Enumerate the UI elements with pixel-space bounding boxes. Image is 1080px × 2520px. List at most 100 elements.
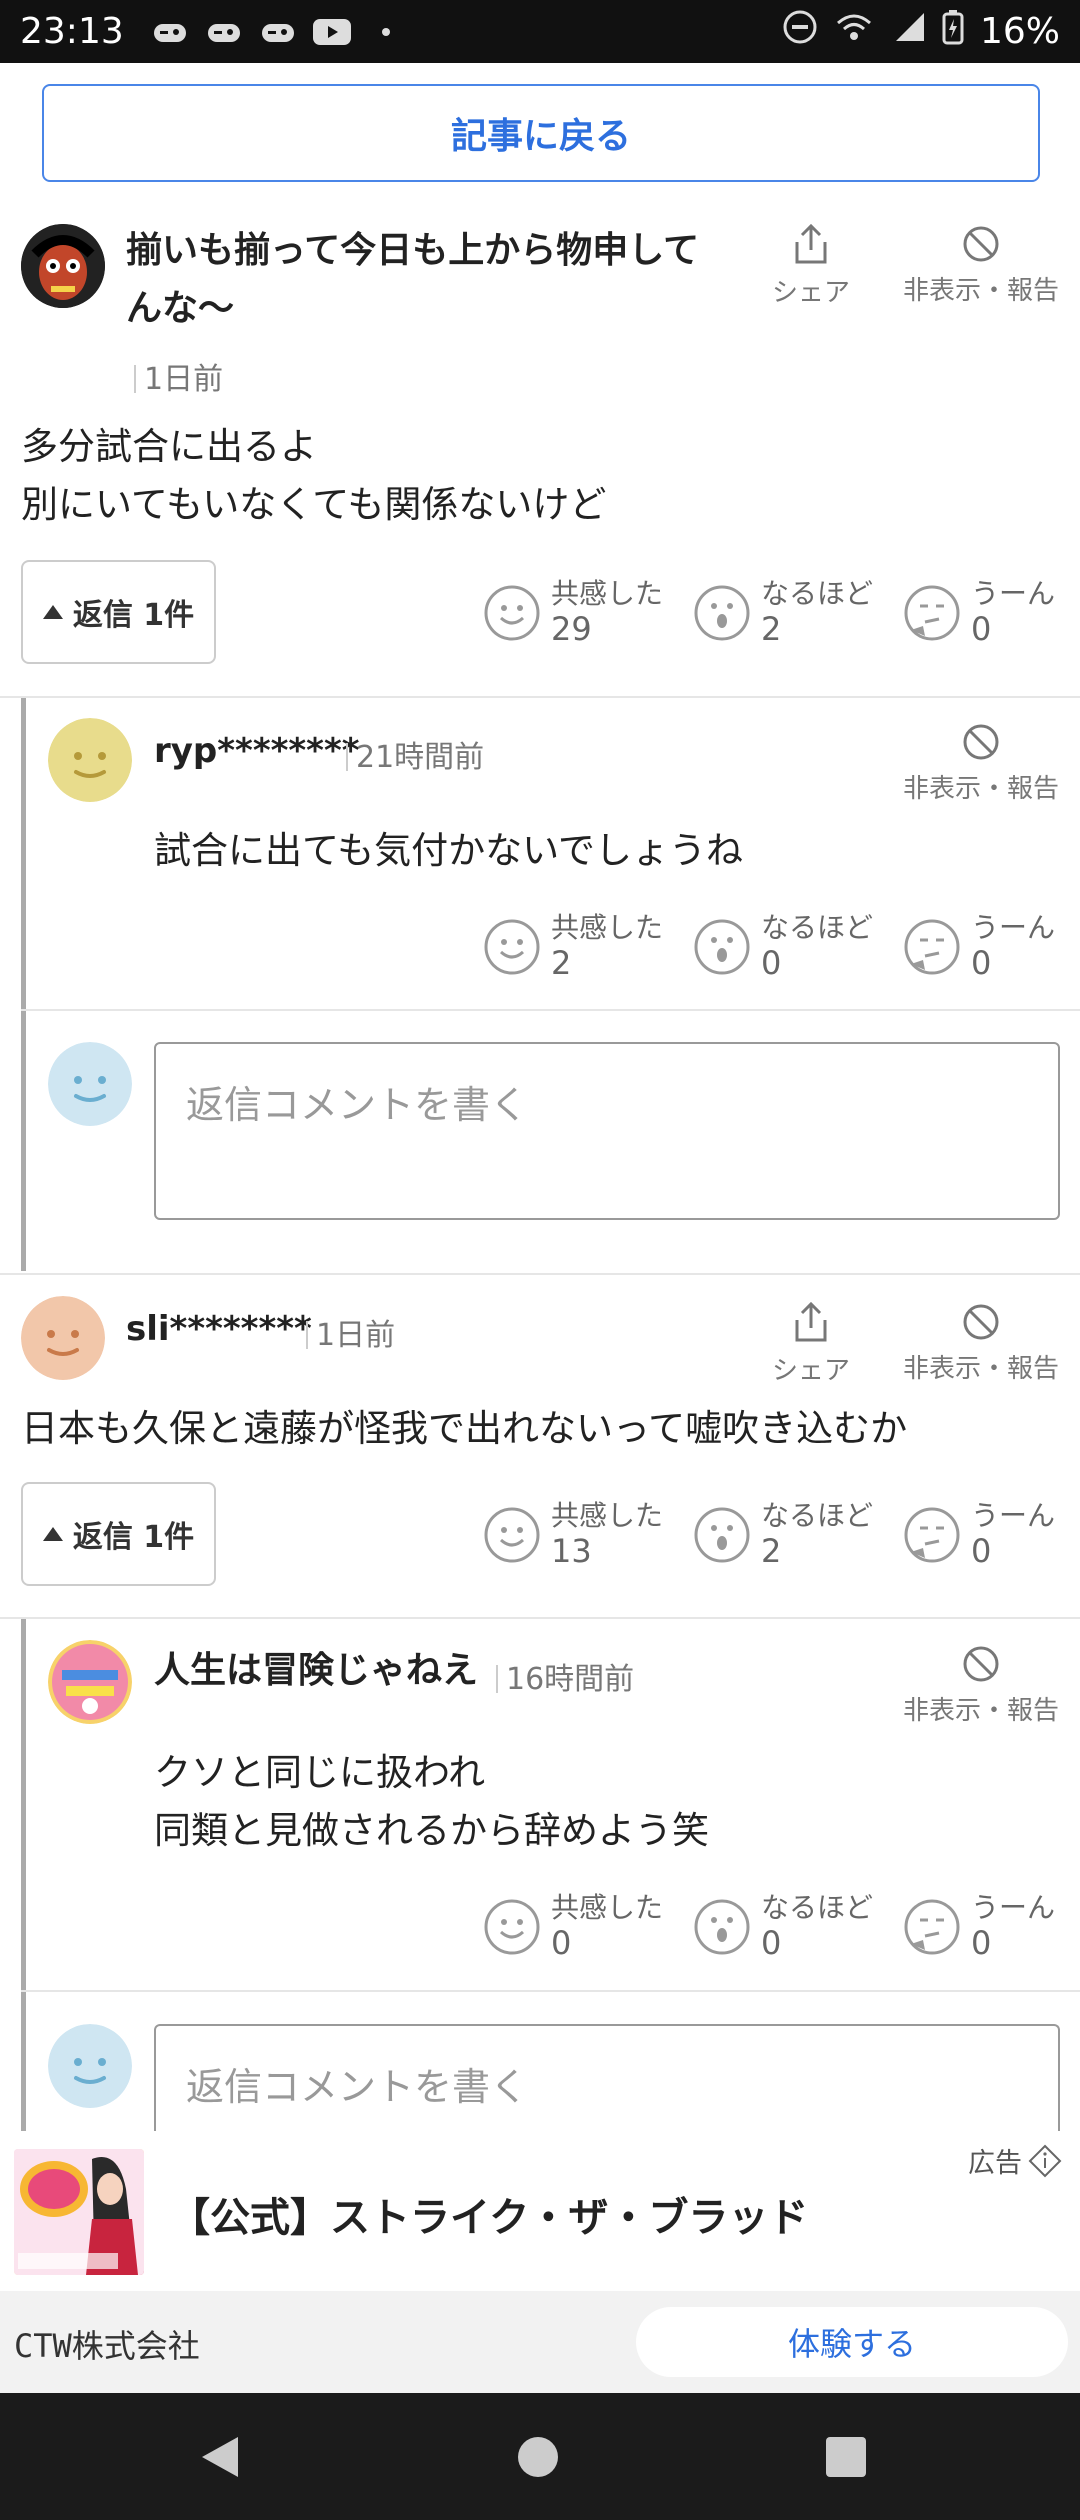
indeed-reaction[interactable]: なるほど 0: [693, 906, 893, 986]
block-icon: [963, 1304, 999, 1340]
indeed-reaction[interactable]: なるほど 0: [693, 1886, 893, 1966]
empathy-reaction[interactable]: 共感した 2: [483, 906, 683, 986]
ad-image[interactable]: [14, 2149, 144, 2275]
wifi-icon: [834, 9, 874, 54]
reply-comment-input[interactable]: 返信コメントを書く: [154, 2024, 1060, 2131]
signal-icon: [890, 11, 926, 52]
reaction-count: 0: [761, 944, 782, 982]
reply-comment-input[interactable]: 返信コメントを書く: [154, 1042, 1060, 1220]
battery-icon: [942, 9, 964, 54]
reaction-count: 0: [971, 944, 992, 982]
reaction-count: 0: [761, 1924, 782, 1962]
empathy-reaction[interactable]: 共感した 13: [483, 1494, 683, 1574]
info-icon: [1028, 2144, 1062, 2177]
triangle-up-icon: [42, 605, 63, 619]
reaction-count: 0: [551, 1924, 572, 1962]
avatar[interactable]: [21, 1296, 105, 1380]
game-controller-icon: [150, 12, 190, 52]
thinking-icon: [904, 585, 960, 641]
share-label: シェア: [771, 278, 850, 308]
reply-username[interactable]: 人生は冒険じゃねえ: [154, 1644, 478, 1698]
reply-thread-bar: [21, 1619, 26, 2131]
smile-icon: [484, 919, 540, 975]
reaction-count: 0: [971, 1532, 992, 1570]
reply-toggle-button[interactable]: 返信 1件: [21, 1482, 216, 1586]
thinking-icon: [904, 919, 960, 975]
smile-icon: [484, 1899, 540, 1955]
hide-report-label: 非表示・報告: [902, 1696, 1059, 1726]
divider: [0, 1273, 1080, 1275]
reaction-count: 29: [551, 610, 592, 648]
block-icon: [963, 1646, 999, 1682]
recents-nav-icon[interactable]: [826, 2437, 866, 2477]
comment-username[interactable]: sli********: [126, 1302, 312, 1356]
home-nav-icon[interactable]: [518, 2437, 558, 2477]
reaction-count: 0: [971, 610, 992, 648]
smile-icon: [484, 585, 540, 641]
smile-icon: [484, 1507, 540, 1563]
ad-label-text: 広告: [968, 2148, 1022, 2179]
hide-report-button[interactable]: 非表示・報告: [896, 224, 1066, 307]
dot-icon: [366, 12, 406, 52]
share-button[interactable]: シェア: [756, 1300, 866, 1387]
divider: [0, 1617, 1080, 1619]
empathy-reaction[interactable]: 共感した 29: [483, 572, 683, 652]
avatar[interactable]: [48, 718, 132, 802]
reaction-label: うーん: [971, 577, 1056, 610]
youtube-icon: [312, 12, 352, 52]
comment-time: 1日前: [306, 1310, 395, 1354]
reaction-label: 共感した: [551, 1499, 664, 1532]
ad-cta-button[interactable]: 体験する: [636, 2307, 1068, 2377]
ad-label: 広告: [968, 2141, 1062, 2180]
hide-report-button[interactable]: 非表示・報告: [896, 1302, 1066, 1385]
thinking-icon: [904, 1899, 960, 1955]
avatar: [48, 2024, 132, 2108]
reply-username[interactable]: ryp********: [154, 724, 360, 778]
reaction-label: なるほど: [761, 577, 874, 610]
comment-text: 多分試合に出るよ 別にいてもいなくても関係ないけど: [21, 425, 607, 526]
reaction-label: なるほど: [761, 1891, 874, 1924]
surprised-icon: [694, 919, 750, 975]
hmm-reaction[interactable]: うーん 0: [903, 1494, 1080, 1574]
game-controller-icon: [258, 12, 298, 52]
avatar[interactable]: [48, 1640, 132, 1724]
indeed-reaction[interactable]: なるほど 2: [693, 1494, 893, 1574]
reaction-label: 共感した: [551, 1891, 664, 1924]
reply-time: 16時間前: [496, 1654, 634, 1698]
reaction-count: 13: [551, 1532, 592, 1570]
reaction-label: 共感した: [551, 577, 664, 610]
empathy-reaction[interactable]: 共感した 0: [483, 1886, 683, 1966]
reaction-label: 共感した: [551, 911, 664, 944]
hmm-reaction[interactable]: うーん 0: [903, 906, 1080, 986]
status-time: 23:13: [20, 11, 124, 52]
system-nav-bar: [0, 2393, 1080, 2520]
indeed-reaction[interactable]: なるほど 2: [693, 572, 893, 652]
reply-toggle-button[interactable]: 返信 1件: [21, 560, 216, 664]
comment-time: 1日前: [134, 354, 223, 398]
back-to-article-button[interactable]: 記事に戻る: [42, 84, 1040, 182]
avatar[interactable]: [21, 224, 105, 308]
block-icon: [963, 724, 999, 760]
comment-username[interactable]: 揃いも揃って今日も上から物申してんな〜: [126, 222, 726, 338]
reply-thread-bar: [21, 698, 26, 1271]
hide-report-button[interactable]: 非表示・報告: [896, 722, 1066, 805]
reaction-label: なるほど: [761, 1499, 874, 1532]
ad-company: CTW株式会社: [14, 2327, 200, 2365]
hide-report-button[interactable]: 非表示・報告: [896, 1644, 1066, 1727]
share-button[interactable]: シェア: [756, 222, 866, 309]
back-nav-icon[interactable]: [202, 2437, 238, 2477]
hide-report-label: 非表示・報告: [902, 1354, 1059, 1384]
ad-title[interactable]: 【公式】ストライク・ザ・ブラッド: [170, 2185, 808, 2243]
surprised-icon: [694, 585, 750, 641]
reply-count-label: 返信 1件: [72, 1520, 195, 1555]
divider: [21, 1990, 1080, 1992]
hmm-reaction[interactable]: うーん 0: [903, 1886, 1080, 1966]
reaction-count: 2: [551, 944, 572, 982]
reaction-count: 2: [761, 1532, 782, 1570]
ad-banner[interactable]: 広告 【公式】ストライク・ザ・ブラッド CTW株式会社 体験する: [0, 2131, 1080, 2393]
reaction-label: うーん: [971, 911, 1056, 944]
battery-percent: 16%: [979, 11, 1060, 52]
comment-text: 日本も久保と遠藤が怪我で出れないって嘘吹き込むか: [21, 1407, 908, 1450]
reaction-label: うーん: [971, 1499, 1056, 1532]
hmm-reaction[interactable]: うーん 0: [903, 572, 1080, 652]
